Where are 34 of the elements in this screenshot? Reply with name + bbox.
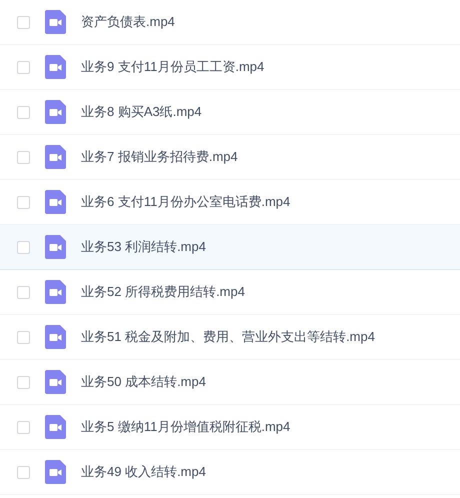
file-row[interactable]: 业务53 利润结转.mp4: [0, 225, 460, 270]
video-file-icon: [45, 55, 66, 79]
checkbox[interactable]: [17, 150, 30, 164]
checkbox[interactable]: [17, 376, 30, 388]
file-name[interactable]: 业务5 缴纳11月份增值税附征税.mp4: [81, 417, 290, 437]
video-file-icon: [45, 325, 66, 349]
checkbox[interactable]: [17, 240, 30, 254]
file-name[interactable]: 业务9 支付11月份员工工资.mp4: [81, 57, 264, 77]
file-name[interactable]: 业务7 报销业务招待费.mp4: [81, 147, 238, 167]
video-file-icon: [45, 10, 66, 34]
checkbox[interactable]: [17, 286, 30, 298]
video-file-icon: [45, 235, 66, 259]
file-name[interactable]: 资产负债表.mp4: [81, 12, 175, 32]
file-name[interactable]: 业务51 税金及附加、费用、营业外支出等结转.mp4: [81, 327, 375, 347]
video-file-icon: [45, 460, 66, 484]
video-file-icon: [45, 415, 66, 439]
checkbox[interactable]: [17, 16, 30, 28]
checkbox[interactable]: [17, 60, 30, 74]
file-name[interactable]: 业务6 支付11月份办公室电话费.mp4: [81, 192, 290, 212]
file-name[interactable]: 业务52 所得税费用结转.mp4: [81, 282, 245, 302]
checkbox[interactable]: [17, 466, 30, 478]
video-file-icon: [45, 190, 66, 214]
file-name[interactable]: 业务8 购买A3纸.mp4: [81, 102, 202, 122]
video-file-icon: [45, 145, 66, 169]
checkbox[interactable]: [17, 106, 30, 118]
file-name[interactable]: 业务49 收入结转.mp4: [81, 462, 206, 482]
file-name[interactable]: 业务53 利润结转.mp4: [81, 237, 206, 257]
checkbox[interactable]: [17, 420, 30, 434]
file-name[interactable]: 业务50 成本结转.mp4: [81, 372, 206, 392]
video-file-icon: [45, 280, 66, 304]
checkbox[interactable]: [17, 196, 30, 208]
video-file-icon: [45, 100, 66, 124]
checkbox[interactable]: [17, 330, 30, 344]
video-file-icon: [45, 370, 66, 394]
